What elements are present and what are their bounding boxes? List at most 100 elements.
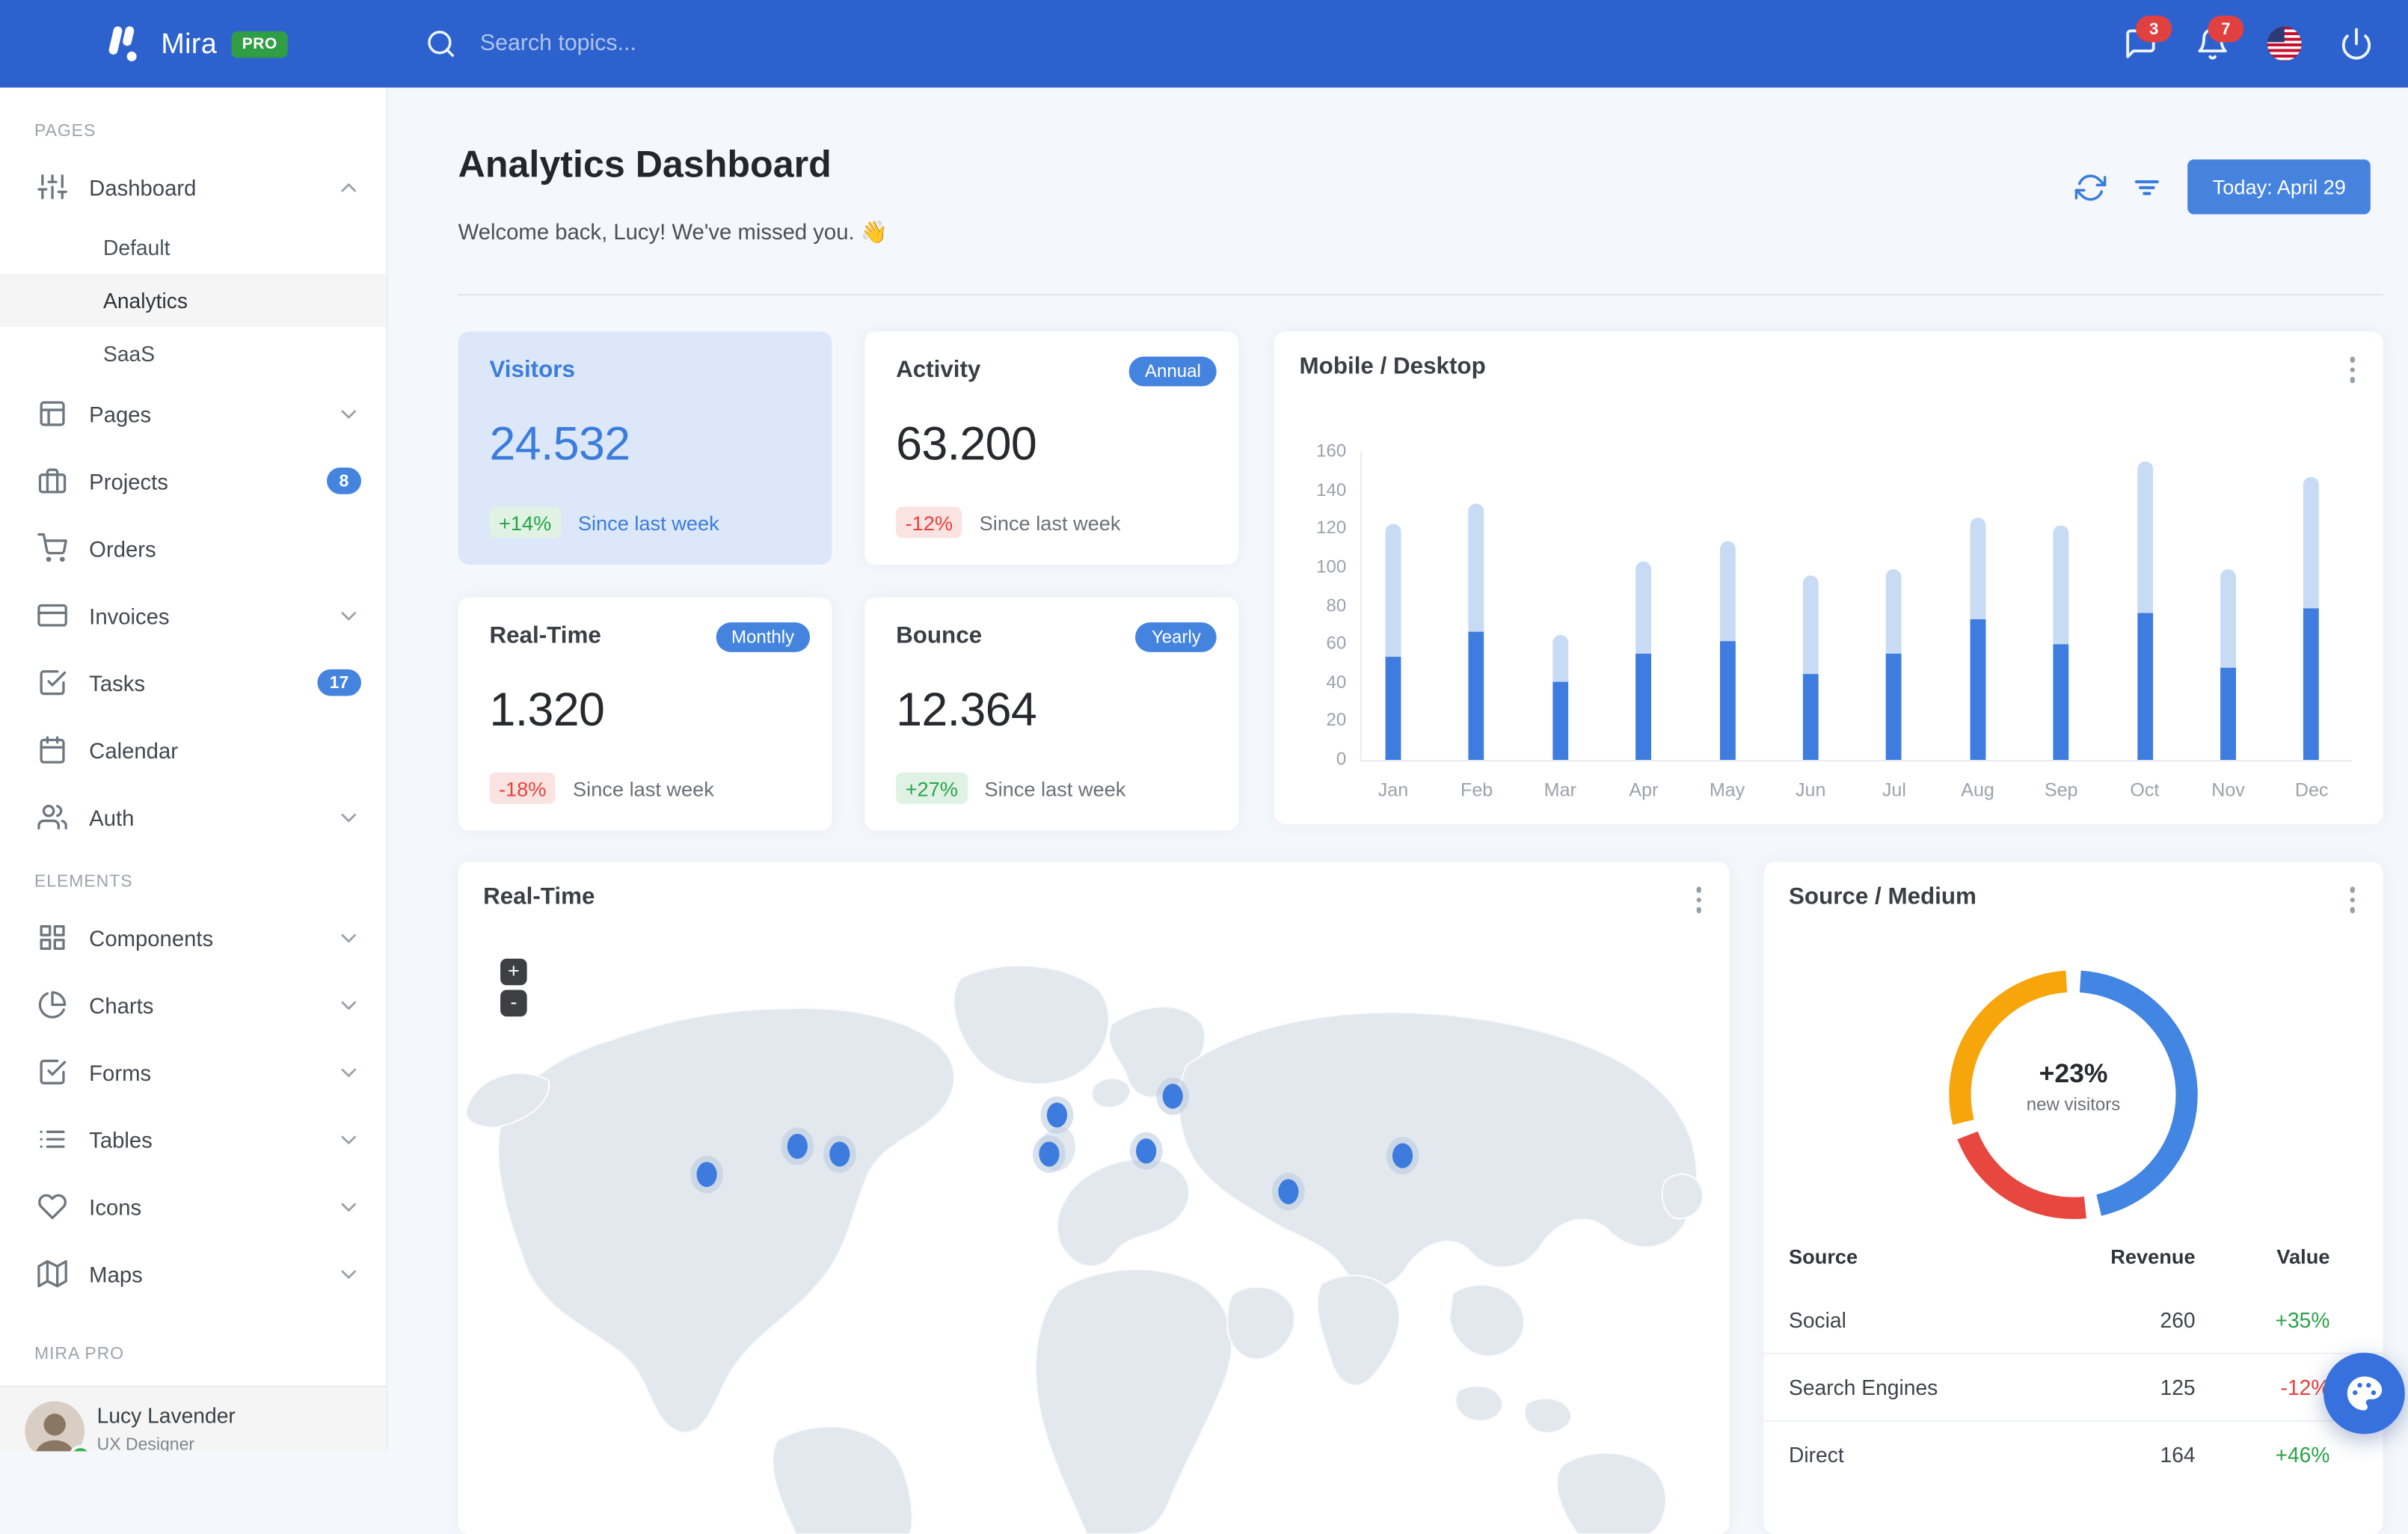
notifications-button[interactable]: 7	[2196, 15, 2244, 61]
sidebar-item-saas[interactable]: SaaS	[0, 327, 386, 380]
map-marker[interactable]	[1046, 1102, 1067, 1128]
sidebar-item-charts[interactable]: Charts	[0, 971, 386, 1038]
map-marker[interactable]	[787, 1133, 808, 1159]
sidebar-section-label: MIRA PRO	[34, 1345, 124, 1364]
stacked-bar-oct[interactable]	[2137, 461, 2153, 761]
sidebar-item-invoices[interactable]: Invoices	[0, 582, 386, 649]
cell-revenue: 260	[2160, 1308, 2196, 1332]
sidebar-item-label: Projects	[89, 468, 168, 494]
stacked-bar-dec[interactable]	[2303, 476, 2320, 761]
x-axis-label: Jan	[1377, 779, 1409, 801]
stacked-bar-mar[interactable]	[1552, 634, 1568, 761]
world-map[interactable]	[458, 921, 1730, 1534]
map-marker[interactable]	[1039, 1141, 1060, 1167]
x-axis-label: Mar	[1544, 779, 1576, 801]
zoom-out-button[interactable]: -	[500, 990, 527, 1017]
stat-note: Since last week	[984, 776, 1126, 800]
refresh-icon	[2074, 174, 2107, 200]
bar-plot: 0 20 40 60 80 100 120 140 160 Jan Feb Mar Apr May Jun J…	[1274, 331, 2383, 824]
y-axis-line	[1360, 452, 1363, 762]
map-marker[interactable]	[697, 1162, 718, 1187]
chevron-down-icon	[337, 805, 361, 829]
sidebar-item-analytics[interactable]: Analytics	[0, 273, 387, 327]
stat-title: Real-Time	[489, 622, 601, 649]
theme-settings-button[interactable]	[2323, 1352, 2405, 1435]
stat-delta: +14%	[489, 506, 561, 539]
chevron-down-icon	[337, 925, 361, 950]
sidebar-item-calendar[interactable]: Calendar	[0, 717, 386, 784]
sidebar-item-default[interactable]: Default	[0, 221, 386, 274]
donut-segment-search-engines[interactable]	[1957, 1131, 2086, 1219]
sidebar-item-label: Tasks	[89, 669, 146, 696]
stacked-bar-aug[interactable]	[1970, 517, 1986, 761]
stacked-bar-feb[interactable]	[1469, 503, 1485, 761]
sidebar-item-tasks[interactable]: Tasks 17	[0, 649, 386, 717]
sidebar-nav: PAGES Dashboard Default Analytics SaaS Pages P…	[0, 88, 387, 1376]
filter-icon	[2134, 179, 2159, 194]
sidebar-item-dashboard[interactable]: Dashboard	[0, 153, 386, 221]
count-badge: 17	[316, 669, 361, 696]
map-marker[interactable]	[1135, 1138, 1156, 1164]
sign-out-button[interactable]	[2339, 27, 2374, 61]
zoom-in-button[interactable]: +	[500, 958, 527, 986]
stacked-bar-sep[interactable]	[2053, 525, 2069, 761]
map-marker[interactable]	[1278, 1179, 1299, 1204]
stacked-bar-jun[interactable]	[1802, 575, 1819, 761]
sidebar-item-label: Tables	[89, 1126, 153, 1152]
filter-button[interactable]	[2131, 171, 2163, 203]
briefcase-icon	[37, 466, 67, 496]
search-input[interactable]	[476, 29, 953, 58]
stacked-bar-nov[interactable]	[2220, 569, 2236, 761]
sidebar-item-label: Dashboard	[89, 174, 197, 200]
date-range-button[interactable]: Today: April 29	[2187, 159, 2371, 215]
map-icon	[37, 1259, 67, 1289]
mobile-desktop-chart-card: Mobile / Desktop 0 20 40 60 80 100 120 140 160 Ja…	[1274, 331, 2383, 824]
sidebar-item-projects[interactable]: Projects 8	[0, 447, 386, 515]
sidebar-item-auth[interactable]: Auth	[0, 784, 386, 851]
sidebar-item-components[interactable]: Components	[0, 904, 386, 972]
card-menu-button[interactable]	[2346, 883, 2358, 915]
stacked-bar-apr[interactable]	[1635, 561, 1652, 761]
map-marker[interactable]	[1392, 1143, 1413, 1169]
source-table: Source Revenue Value Social 260 +35% Search…	[1763, 1224, 2383, 1487]
page-title: Analytics Dashboard	[458, 144, 832, 186]
chevron-down-icon	[337, 603, 361, 628]
stacked-bar-jul[interactable]	[1886, 569, 1902, 761]
card-menu-button[interactable]	[1692, 883, 1704, 915]
stat-value: 12.364	[896, 684, 1037, 737]
table-row: Social 260 +35%	[1764, 1287, 2383, 1353]
stat-delta: -18%	[489, 772, 556, 804]
stacked-bar-jan[interactable]	[1385, 523, 1401, 761]
sidebar-user[interactable]: Lucy Lavender UX Designer	[0, 1385, 387, 1452]
brand[interactable]: Mira PRO	[100, 0, 289, 88]
sidebar-item-label: Auth	[89, 804, 135, 830]
source-medium-title: Source / Medium	[1788, 883, 1977, 910]
check-square-icon	[37, 668, 67, 698]
sidebar-item-tables[interactable]: Tables	[0, 1105, 386, 1173]
map-marker[interactable]	[829, 1141, 850, 1167]
messages-count-badge: 3	[2136, 15, 2172, 43]
refresh-button[interactable]	[2074, 171, 2107, 203]
stat-value: 24.532	[489, 419, 630, 471]
stacked-bar-may[interactable]	[1719, 540, 1736, 761]
avatar	[25, 1401, 85, 1452]
x-axis-label: Sep	[2044, 779, 2078, 801]
language-flag-us-icon[interactable]	[2267, 26, 2302, 61]
messages-button[interactable]: 3	[2123, 15, 2172, 61]
y-axis-tick: 160	[1316, 442, 1347, 461]
cell-value: +35%	[2275, 1308, 2330, 1332]
col-source: Source	[1788, 1244, 1858, 1268]
cell-source: Search Engines	[1788, 1375, 1938, 1399]
sidebar-item-maps[interactable]: Maps	[0, 1240, 386, 1307]
stat-card-activity: Activity Annual 63.200 -12% Since last w…	[864, 331, 1238, 565]
stat-note: Since last week	[577, 510, 719, 535]
map-marker[interactable]	[1162, 1084, 1183, 1109]
list-icon	[37, 1124, 67, 1154]
sidebar-item-orders[interactable]: Orders	[0, 515, 386, 582]
sidebar-item-pages[interactable]: Pages	[0, 380, 386, 447]
new-visitors-value: +23%	[2039, 1058, 2108, 1089]
x-axis-label: Oct	[2130, 779, 2160, 801]
cell-source: Social	[1788, 1308, 1846, 1332]
sidebar-item-icons[interactable]: Icons	[0, 1173, 386, 1240]
sidebar-item-forms[interactable]: Forms	[0, 1038, 386, 1105]
